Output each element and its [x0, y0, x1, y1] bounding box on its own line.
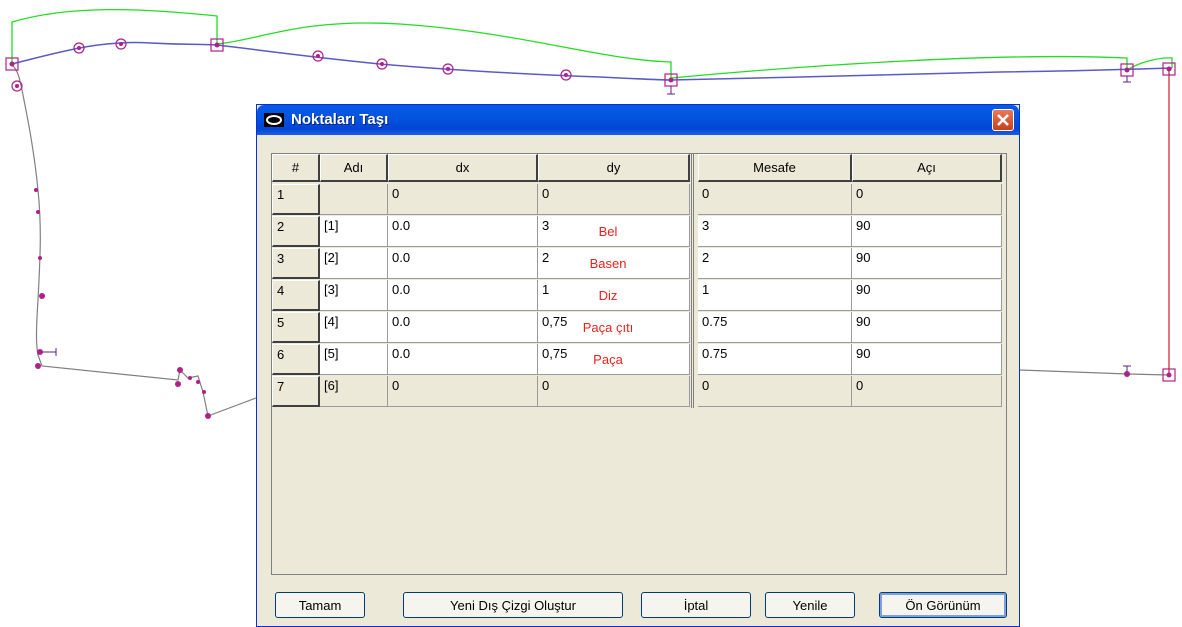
column-header-name[interactable]: Adı — [320, 154, 388, 182]
row-number[interactable]: 5 — [272, 312, 320, 343]
cell-mesafe[interactable]: 0 — [698, 184, 852, 215]
cell-aci[interactable]: 90 — [852, 312, 1002, 343]
cell-dy[interactable]: 0 — [538, 184, 690, 215]
column-header-mesafe[interactable]: Mesafe — [698, 154, 852, 182]
cell-dx[interactable]: 0.0 — [388, 280, 538, 311]
row-number[interactable]: 1 — [272, 184, 320, 215]
cell-aci[interactable]: 90 — [852, 216, 1002, 247]
cell-aci[interactable]: 90 — [852, 248, 1002, 279]
column-splitter[interactable] — [691, 154, 694, 408]
cell-aci[interactable]: 0 — [852, 184, 1002, 215]
points-table[interactable]: # Adı dx dy Mesafe Açı 1 0 0 0 0 2 [1] 0.0 3 3 90 B… — [271, 153, 1007, 575]
pattern-line — [11, 41, 1173, 81]
measurement-label: Basen — [589, 256, 627, 271]
cell-dx[interactable]: 0.0 — [388, 312, 538, 343]
measurement-label: Paça çıtı — [582, 320, 634, 335]
cell-aci[interactable]: 90 — [852, 280, 1002, 311]
cell-dx[interactable]: 0 — [388, 184, 538, 215]
cancel-button[interactable]: İptal — [641, 592, 751, 618]
column-header-dx[interactable]: dx — [388, 154, 538, 182]
cell-name[interactable] — [320, 184, 388, 215]
cell-dx[interactable]: 0 — [388, 376, 538, 407]
cell-name[interactable]: [2] — [320, 248, 388, 279]
cell-mesafe[interactable]: 0 — [698, 376, 852, 407]
close-button[interactable] — [992, 109, 1014, 131]
measurement-label: Diz — [598, 288, 618, 303]
column-header-num[interactable]: # — [272, 154, 320, 182]
row-number[interactable]: 4 — [272, 280, 320, 311]
cell-dy[interactable]: 0 — [538, 376, 690, 407]
refresh-button[interactable]: Yenile — [765, 592, 855, 618]
cell-mesafe[interactable]: 0.75 — [698, 312, 852, 343]
outline-left — [11, 64, 257, 417]
cell-name[interactable]: [4] — [320, 312, 388, 343]
scissors-icon — [264, 113, 284, 127]
cell-dx[interactable]: 0.0 — [388, 216, 538, 247]
cell-name[interactable]: [1] — [320, 216, 388, 247]
cell-name[interactable]: [3] — [320, 280, 388, 311]
dialog-title: Noktaları Taşı — [291, 111, 389, 128]
row-number[interactable]: 2 — [272, 216, 320, 247]
cell-mesafe[interactable]: 0.75 — [698, 344, 852, 375]
cell-mesafe[interactable]: 3 — [698, 216, 852, 247]
column-header-dy[interactable]: dy — [538, 154, 690, 182]
measurement-label: Paça — [593, 352, 623, 367]
cell-dx[interactable]: 0.0 — [388, 248, 538, 279]
cell-aci[interactable]: 90 — [852, 344, 1002, 375]
cell-aci[interactable]: 0 — [852, 376, 1002, 407]
column-header-aci[interactable]: Açı — [852, 154, 1002, 182]
close-icon — [997, 114, 1009, 126]
row-number[interactable]: 7 — [272, 376, 320, 407]
row-number[interactable]: 6 — [272, 344, 320, 375]
preview-button[interactable]: Ön Görünüm — [879, 592, 1007, 618]
cell-name[interactable]: [6] — [320, 376, 388, 407]
cell-name[interactable]: [5] — [320, 344, 388, 375]
row-number[interactable]: 3 — [272, 248, 320, 279]
cell-mesafe[interactable]: 2 — [698, 248, 852, 279]
outline-right — [1019, 369, 1170, 376]
cell-mesafe[interactable]: 1 — [698, 280, 852, 311]
title-bar[interactable]: Noktaları Taşı — [257, 105, 1019, 135]
new-outline-button[interactable]: Yeni Dış Çizgi Oluştur — [403, 592, 623, 618]
measurement-label: Bel — [598, 224, 618, 239]
move-points-dialog: Noktaları Taşı # Adı dx dy Mesafe Açı 10… — [256, 104, 1020, 627]
cell-dx[interactable]: 0.0 — [388, 344, 538, 375]
ok-button[interactable]: Tamam — [275, 592, 365, 618]
